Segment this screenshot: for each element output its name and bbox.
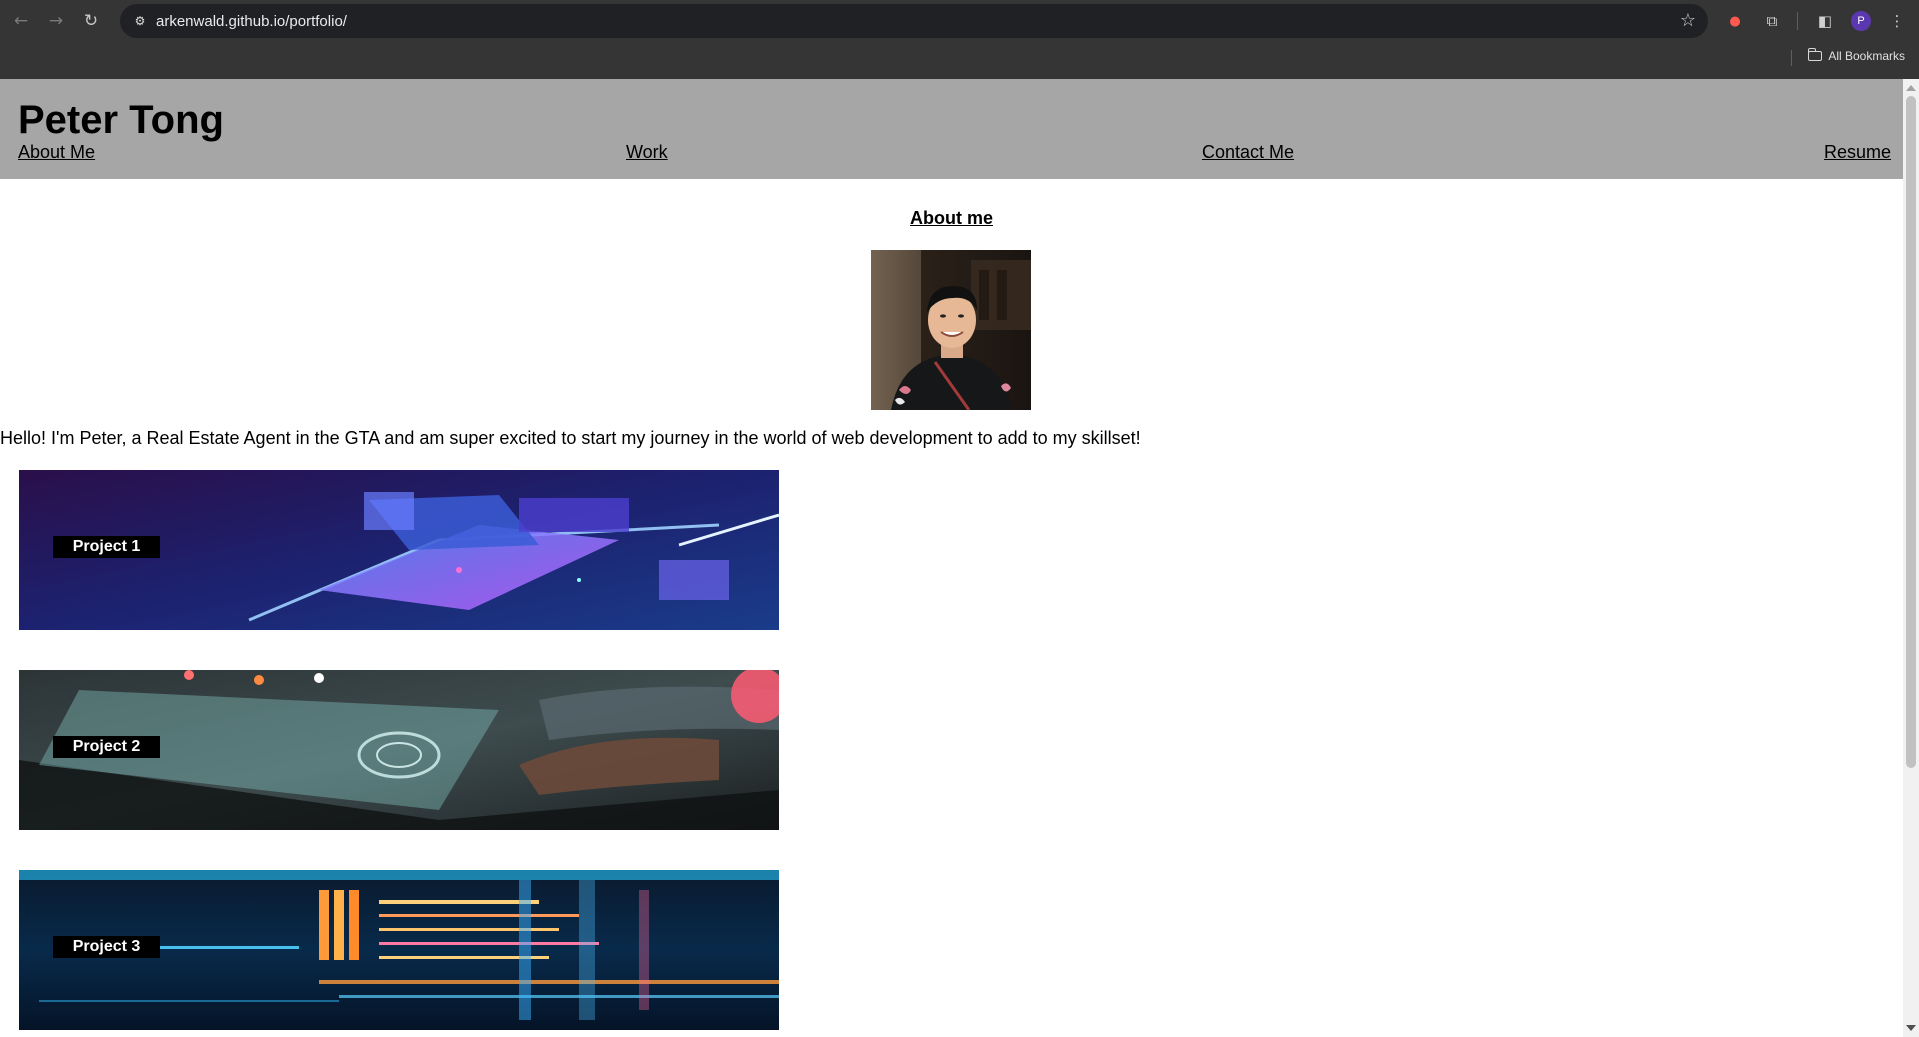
extension-dot-icon: ●: [1729, 13, 1741, 29]
profile-photo: [871, 250, 1031, 410]
forward-arrow-icon: →: [48, 11, 64, 31]
profile-photo-illustration: [871, 250, 1031, 410]
nav-about-me-link[interactable]: About Me: [18, 141, 95, 163]
all-bookmarks-label: All Bookmarks: [1828, 49, 1905, 63]
site-title: Peter Tong: [18, 98, 224, 142]
scroll-down-arrow-icon[interactable]: [1906, 1025, 1916, 1031]
forward-button[interactable]: →: [43, 8, 69, 34]
toolbar-divider: [1797, 12, 1798, 30]
browser-chrome: ← → ↻ ⚙ arkenwald.github.io/portfolio/ ☆…: [0, 0, 1919, 79]
page-viewport: Peter Tong About Me Work Contact Me Resu…: [0, 79, 1903, 1037]
project-card-1[interactable]: Project 1: [19, 470, 779, 630]
intro-text: Hello! I'm Peter, a Real Estate Agent in…: [0, 428, 1141, 448]
project-card-2[interactable]: Project 2: [19, 670, 779, 830]
url-text[interactable]: arkenwald.github.io/portfolio/: [156, 13, 347, 30]
profile-avatar[interactable]: P: [1851, 11, 1871, 31]
puzzle-glyph: ⧉: [1766, 12, 1778, 30]
extension-icon[interactable]: ●: [1722, 8, 1748, 34]
back-button[interactable]: ←: [8, 8, 34, 34]
side-panel-icon[interactable]: ◧: [1812, 8, 1838, 34]
extensions-puzzle-icon[interactable]: ⧉: [1759, 8, 1785, 34]
nav-work-link[interactable]: Work: [626, 141, 668, 163]
bookmark-star-icon[interactable]: ☆: [1680, 10, 1696, 31]
site-info-icon[interactable]: ⚙: [132, 13, 148, 29]
scroll-thumb[interactable]: [1906, 96, 1916, 768]
reload-icon: ↻: [83, 11, 99, 31]
side-panel-glyph: ◧: [1817, 12, 1833, 30]
site-header: Peter Tong About Me Work Contact Me Resu…: [0, 79, 1903, 179]
address-bar[interactable]: ⚙ arkenwald.github.io/portfolio/ ☆: [120, 4, 1708, 38]
nav-contact-me-link[interactable]: Contact Me: [1202, 141, 1294, 163]
nav-resume-link[interactable]: Resume: [1824, 141, 1891, 163]
reload-button[interactable]: ↻: [78, 8, 104, 34]
project-3-label[interactable]: Project 3: [53, 936, 160, 958]
browser-menu-icon[interactable]: ⋮: [1884, 8, 1910, 34]
project-card-3[interactable]: Project 3: [19, 870, 779, 1030]
project-2-label[interactable]: Project 2: [53, 736, 160, 758]
bookmarks-divider: [1791, 50, 1792, 66]
folder-icon: [1807, 48, 1823, 61]
all-bookmarks-button[interactable]: All Bookmarks: [1807, 48, 1905, 63]
project-1-label[interactable]: Project 1: [53, 536, 160, 558]
about-heading: About me: [910, 208, 993, 228]
scroll-up-arrow-icon[interactable]: [1906, 85, 1916, 91]
page-scrollbar[interactable]: [1903, 79, 1919, 1037]
back-arrow-icon: ←: [13, 11, 29, 31]
kebab-menu-glyph: ⋮: [1889, 12, 1905, 30]
